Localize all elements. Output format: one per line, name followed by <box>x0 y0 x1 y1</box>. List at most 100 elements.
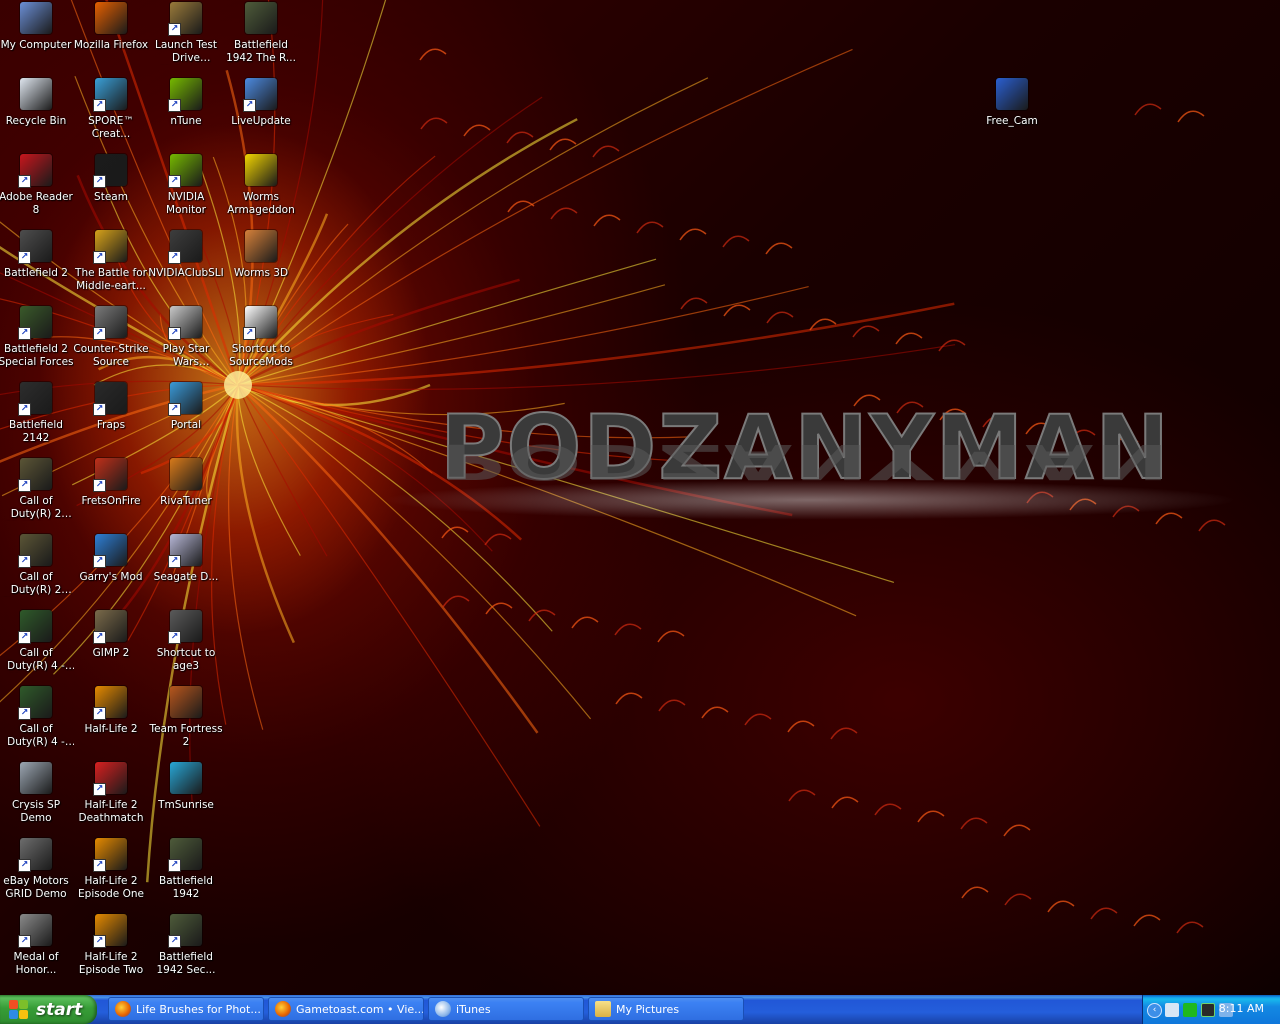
desktop-icon[interactable]: ↗ nTune <box>148 76 224 150</box>
desktop-icon-label: Adobe Reader 8 <box>0 191 73 216</box>
taskbar-button-life-brushes[interactable]: Life Brushes for Phot... <box>108 997 264 1021</box>
desktop-icon[interactable]: ↗ Call of Duty(R) 4 - Modern ... <box>0 608 74 682</box>
recycle-bin-icon <box>20 78 52 110</box>
fractal-spark <box>1090 907 1118 920</box>
wallpaper-logo: PODZANYMAN PODZANYMAN <box>380 399 1240 550</box>
desktop-icon[interactable]: ↗ Battlefield 2 Special Forces <box>0 304 74 378</box>
shortcut-arrow-icon: ↗ <box>93 935 106 948</box>
network-icon[interactable] <box>1165 1003 1179 1017</box>
fractal-spark <box>636 221 664 234</box>
desktop-icon[interactable]: ↗ FretsOnFire <box>73 456 149 530</box>
desktop-icon[interactable]: Worms Armageddon <box>223 152 299 226</box>
shortcut-arrow-icon: ↗ <box>18 707 31 720</box>
desktop-icon[interactable]: Worms 3D <box>223 228 299 302</box>
desktop-icon[interactable]: ↗ NVIDIA Monitor <box>148 152 224 226</box>
desktop-icon[interactable]: RivaTuner <box>148 456 224 530</box>
fractal-spark <box>1133 914 1161 927</box>
desktop-icon[interactable]: ↗ GIMP 2 <box>73 608 149 682</box>
portal-icon: ↗ <box>168 382 202 416</box>
garrys-mod-icon: ↗ <box>93 534 127 568</box>
half-life-2-episode-two-icon: ↗ <box>93 914 127 948</box>
taskbar-button-gametoast[interactable]: Gametoast.com • Vie... <box>268 997 424 1021</box>
firefox-icon <box>275 1001 291 1017</box>
desktop-icon[interactable]: ↗ The Battle for Middle-eart... <box>73 228 149 302</box>
desktop-icon[interactable]: ↗ Battlefield 2 <box>0 228 74 302</box>
frets-on-fire-icon: ↗ <box>93 458 127 492</box>
desktop-icon-label: eBay Motors GRID Demo <box>3 875 69 900</box>
fraps-tray-icon[interactable] <box>1201 1003 1215 1017</box>
nvidia-tray-icon[interactable] <box>1183 1003 1197 1017</box>
fractal-spark <box>744 713 772 726</box>
desktop-icon[interactable]: ↗ Half-Life 2 Episode One <box>73 836 149 910</box>
start-button[interactable]: start <box>0 995 97 1024</box>
fractal-spark <box>701 706 729 719</box>
desktop-icon-label: Battlefield 1942 The R... <box>226 39 296 64</box>
desktop-icon-label: Portal <box>170 419 202 431</box>
desktop-icon[interactable]: ↗ Steam <box>73 152 149 226</box>
gimp-icon: ↗ <box>93 610 127 644</box>
desktop-icon[interactable]: ↗ Shortcut to SourceMods <box>223 304 299 378</box>
desktop-icon[interactable]: ↗ LiveUpdate <box>223 76 299 150</box>
desktop-icon-label: Team Fortress 2 <box>149 723 223 748</box>
fractal-spark <box>765 242 793 255</box>
taskbar-button-itunes[interactable]: iTunes <box>428 997 584 1021</box>
show-hidden-icons-arrow-icon[interactable]: ‹ <box>1147 1003 1162 1018</box>
desktop-icon[interactable]: ↗ Play Star Wars Battlefront II <box>148 304 224 378</box>
fractal-spark <box>960 817 988 830</box>
desktop-icon[interactable]: ↗ Adobe Reader 8 <box>0 152 74 226</box>
desktop-icon[interactable]: ↗ Call of Duty(R) 2 Multiplayer <box>0 456 74 530</box>
windows-logo-icon <box>9 999 29 1020</box>
fractal-strand <box>237 302 955 387</box>
fractal-spark <box>1134 103 1162 116</box>
shortcut-arrow-icon: ↗ <box>93 403 106 416</box>
desktop-icon[interactable]: Free_Cam <box>974 76 1050 150</box>
desktop-icon-label: Call of Duty(R) 2 Multiplayer <box>10 495 62 520</box>
battlefield-1942-icon: ↗ <box>168 914 202 948</box>
desktop-icon[interactable]: ↗ SPORE™ Creat... <box>73 76 149 150</box>
desktop-icon[interactable]: TmSunrise <box>148 760 224 834</box>
worms-3d-icon <box>245 230 277 262</box>
desktop-icon[interactable]: Team Fortress 2 <box>148 684 224 758</box>
desktop-icon-label: Battlefield 1942 Sec... <box>156 951 216 976</box>
seagate-icon: ↗ <box>168 534 202 568</box>
desktop-icon[interactable]: ↗ Garry's Mod <box>73 532 149 606</box>
desktop-icon[interactable]: ↗ Seagate D... <box>148 532 224 606</box>
fractal-spark <box>830 727 858 740</box>
desktop-icon[interactable]: ↗ Half-Life 2 Episode Two <box>73 912 149 986</box>
desktop-icon-label: Half-Life 2 <box>84 723 138 735</box>
desktop-icon[interactable]: Mozilla Firefox <box>73 0 149 74</box>
desktop-icon[interactable]: My Computer <box>0 0 74 74</box>
desktop-icon[interactable]: Crysis SP Demo <box>0 760 74 834</box>
desktop-icon[interactable]: ↗ Battlefield 1942 <box>148 836 224 910</box>
taskbar-button-label: Gametoast.com • Vie... <box>296 1002 423 1016</box>
desktop-icon-label: GIMP 2 <box>92 647 130 659</box>
desktop-icon-label: Battlefield 1942 <box>159 875 213 900</box>
desktop-icon[interactable]: ↗ Portal <box>148 380 224 454</box>
desktop-icon[interactable]: ↗ Medal of Honor... <box>0 912 74 986</box>
call-of-duty-2-icon: ↗ <box>18 458 52 492</box>
desktop-icon[interactable]: ↗ Shortcut to age3 <box>148 608 224 682</box>
desktop-icon[interactable]: ↗ Battlefield 1942 Sec... <box>148 912 224 986</box>
desktop-icon[interactable]: ↗ Call of Duty(R) 2 Single Player <box>0 532 74 606</box>
desktop-icon-label: Garry's Mod <box>79 571 143 583</box>
desktop-icon[interactable]: ↗ Launch Test Drive Unlimited <box>148 0 224 74</box>
taskbar-button-label: iTunes <box>456 1002 491 1016</box>
fractal-spark <box>419 48 447 61</box>
taskbar-button-my-pictures[interactable]: My Pictures <box>588 997 744 1021</box>
desktop-icon[interactable]: ↗ Battlefield 2142 <box>0 380 74 454</box>
fractal-spark <box>831 796 859 809</box>
desktop-icon[interactable]: ↗ eBay Motors GRID Demo <box>0 836 74 910</box>
desktop-icon[interactable]: Recycle Bin <box>0 76 74 150</box>
clock[interactable]: 8:11 AM <box>1219 1002 1264 1015</box>
shortcut-arrow-icon: ↗ <box>93 251 106 264</box>
desktop-icon[interactable]: ↗ Half-Life 2 <box>73 684 149 758</box>
desktop-icon[interactable]: Battlefield 1942 The R... <box>223 0 299 74</box>
fractal-spark <box>895 332 923 345</box>
desktop-icon[interactable]: ↗ Call of Duty(R) 4 - Modern ... <box>0 684 74 758</box>
desktop-icon-label: FretsOnFire <box>81 495 141 507</box>
counter-strike-icon: ↗ <box>93 306 127 340</box>
desktop-icon[interactable]: ↗ Counter-Strike Source <box>73 304 149 378</box>
desktop-icon[interactable]: ↗ Fraps <box>73 380 149 454</box>
desktop-icon[interactable]: ↗ Half-Life 2 Deathmatch <box>73 760 149 834</box>
desktop-icon[interactable]: ↗ NVIDIAClubSLI <box>148 228 224 302</box>
